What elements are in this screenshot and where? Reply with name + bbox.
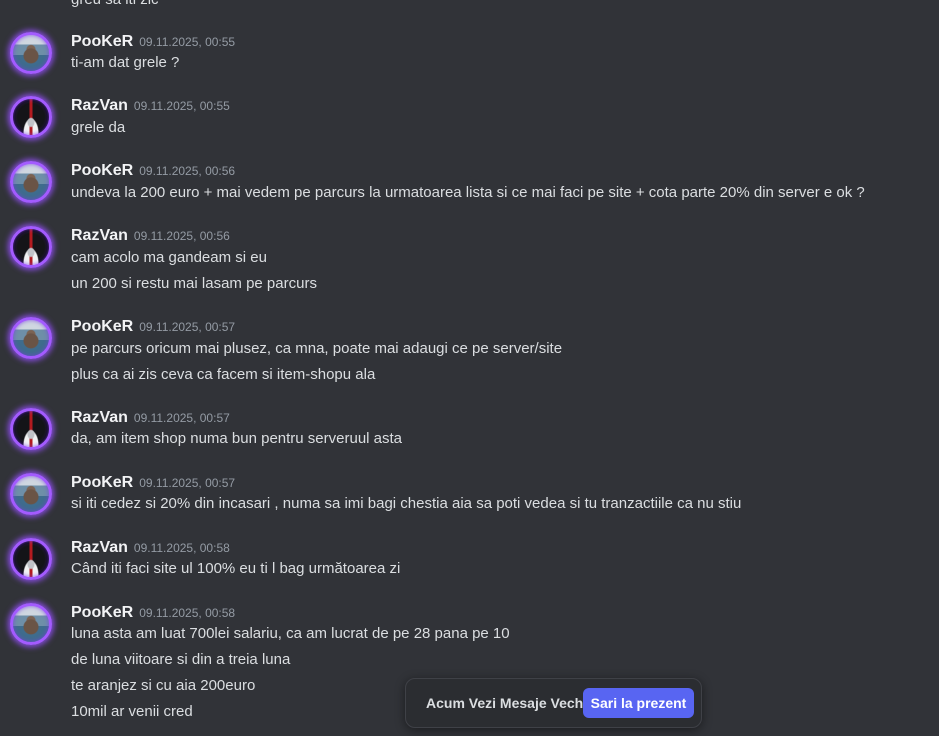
timestamp: 09.11.2025, 00:58 — [133, 541, 230, 555]
jump-to-present-bar: Acum Vezi Mesaje Vechi Sari la prezent — [405, 678, 702, 728]
author-name[interactable]: RazVan — [71, 409, 128, 426]
timestamp: 09.11.2025, 00:56 — [133, 229, 230, 243]
razvan-avatar[interactable] — [10, 226, 52, 268]
message-text: da, am item shop numa bun pentru serveru… — [71, 430, 403, 447]
message-text: grele da — [71, 119, 126, 136]
razvan-avatar[interactable] — [10, 96, 52, 138]
author-name[interactable]: PooKeR — [71, 604, 133, 621]
author-name[interactable]: PooKeR — [71, 474, 133, 491]
author-name[interactable]: PooKeR — [71, 33, 133, 50]
pooker-avatar[interactable] — [10, 603, 52, 645]
message-text: un 200 si restu mai lasam pe parcurs — [71, 275, 317, 292]
timestamp: 09.11.2025, 00:55 — [139, 35, 236, 49]
message-text: te aranjez si cu aia 200euro — [71, 677, 256, 694]
author-name[interactable]: RazVan — [71, 227, 128, 244]
message-text: pe parcurs oricum mai plusez, ca mna, po… — [71, 340, 563, 357]
razvan-avatar[interactable] — [10, 538, 52, 580]
timestamp: 09.11.2025, 00:56 — [139, 164, 236, 178]
pooker-avatar[interactable] — [10, 473, 52, 515]
timestamp: 09.11.2025, 00:57 — [133, 411, 230, 425]
message-text: cam acolo ma gandeam si eu — [71, 249, 267, 266]
timestamp: 09.11.2025, 00:58 — [139, 606, 236, 620]
message-text: si iti cedez si 20% din incasari , numa … — [71, 495, 742, 512]
timestamp: 09.11.2025, 00:57 — [139, 476, 236, 490]
message-text: 10mil ar venii cred — [71, 703, 193, 720]
jump-to-present-button[interactable]: Sari la prezent — [583, 688, 694, 718]
razvan-avatar[interactable] — [10, 408, 52, 450]
message-text: plus ca ai zis ceva ca facem si item-sho… — [71, 366, 376, 383]
message-text: Când iti faci site ul 100% eu ti l bag u… — [71, 560, 401, 577]
author-name[interactable]: PooKeR — [71, 162, 133, 179]
message-text: luna asta am luat 700lei salariu, ca am … — [71, 625, 510, 642]
timestamp: 09.11.2025, 00:55 — [133, 99, 230, 113]
pooker-avatar[interactable] — [10, 317, 52, 359]
author-name[interactable]: RazVan — [71, 97, 128, 114]
pooker-avatar[interactable] — [10, 32, 52, 74]
author-name[interactable]: PooKeR — [71, 318, 133, 335]
author-name[interactable]: RazVan — [71, 539, 128, 556]
message-text: ti-am dat grele ? — [71, 54, 180, 71]
timestamp: 09.11.2025, 00:57 — [139, 320, 236, 334]
message-text: undeva la 200 euro + mai vedem pe parcur… — [71, 184, 865, 201]
message-text: de luna viitoare si din a treia luna — [71, 651, 291, 668]
partial-message-text: greu sa iti zic — [71, 0, 159, 10]
pooker-avatar[interactable] — [10, 161, 52, 203]
viewing-older-messages-label: Acum Vezi Mesaje Vechi — [426, 695, 588, 711]
